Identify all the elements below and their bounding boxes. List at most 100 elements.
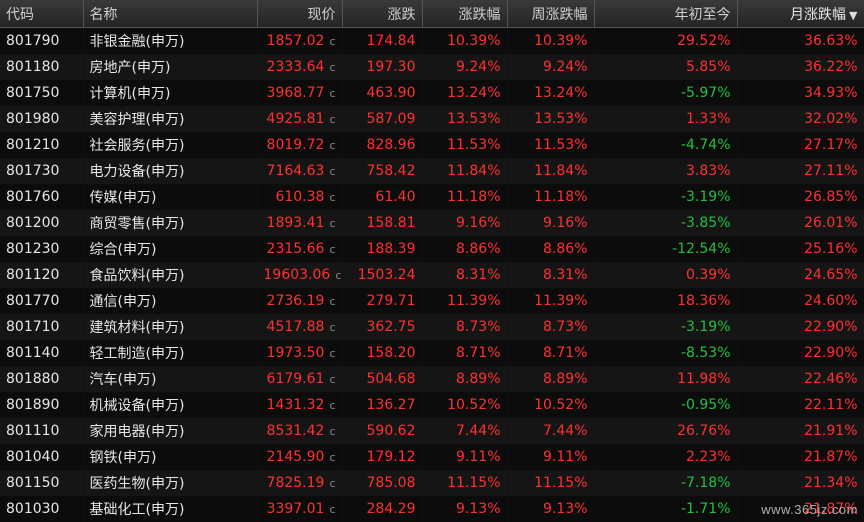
cell-week-pct: 9.16% — [507, 210, 594, 236]
column-header-code[interactable]: 代码 — [0, 0, 83, 28]
cell-name: 非银金融(申万) — [83, 28, 257, 55]
cell-ytd: -3.19% — [594, 184, 737, 210]
table-row[interactable]: 801730电力设备(申万)7164.63c758.4211.84%11.84%… — [0, 158, 864, 184]
cell-ytd: -3.19% — [594, 314, 737, 340]
cell-price: 8531.42c — [257, 418, 342, 444]
cell-pct: 9.24% — [422, 54, 507, 80]
cell-code: 801760 — [0, 184, 83, 210]
table-row[interactable]: 801150医药生物(申万)7825.19c785.0811.15%11.15%… — [0, 470, 864, 496]
cell-code: 801880 — [0, 366, 83, 392]
cell-ytd: 29.52% — [594, 28, 737, 55]
cell-code: 801980 — [0, 106, 83, 132]
cell-month-pct: 36.63% — [737, 28, 864, 55]
cell-code: 801120 — [0, 262, 83, 288]
cell-month-pct: 22.11% — [737, 392, 864, 418]
price-flag: c — [329, 191, 335, 204]
cell-name: 基础化工(申万) — [83, 496, 257, 522]
column-header-month-pct-label: 月涨跌幅 — [790, 7, 846, 23]
cell-ytd: 3.83% — [594, 158, 737, 184]
cell-code: 801750 — [0, 80, 83, 106]
table-row[interactable]: 801760传媒(申万)610.38c61.4011.18%11.18%-3.1… — [0, 184, 864, 210]
cell-week-pct: 11.15% — [507, 470, 594, 496]
cell-pct: 10.52% — [422, 392, 507, 418]
cell-name: 食品饮料(申万) — [83, 262, 257, 288]
cell-change: 587.09 — [342, 106, 422, 132]
cell-change: 188.39 — [342, 236, 422, 262]
cell-change: 136.27 — [342, 392, 422, 418]
table-row[interactable]: 801710建筑材料(申万)4517.88c362.758.73%8.73%-3… — [0, 314, 864, 340]
cell-price: 1857.02c — [257, 28, 342, 55]
table-row[interactable]: 801790非银金融(申万)1857.02c174.8410.39%10.39%… — [0, 28, 864, 55]
cell-code: 801730 — [0, 158, 83, 184]
column-header-name[interactable]: 名称 — [83, 0, 257, 28]
table-row[interactable]: 801030基础化工(申万)3397.01c284.299.13%9.13%-1… — [0, 496, 864, 522]
column-header-ytd[interactable]: 年初至今 — [594, 0, 737, 28]
cell-pct: 9.11% — [422, 444, 507, 470]
cell-pct: 11.15% — [422, 470, 507, 496]
cell-change: 1503.24 — [342, 262, 422, 288]
column-header-price[interactable]: 现价 — [257, 0, 342, 28]
cell-price: 1431.32c — [257, 392, 342, 418]
cell-ytd: -3.85% — [594, 210, 737, 236]
price-value: 3968.77 — [267, 85, 325, 101]
column-header-month-pct[interactable]: 月涨跌幅▼ — [737, 0, 864, 28]
cell-week-pct: 11.18% — [507, 184, 594, 210]
cell-code: 801770 — [0, 288, 83, 314]
table-row[interactable]: 801140轻工制造(申万)1973.50c158.208.71%8.71%-8… — [0, 340, 864, 366]
cell-name: 家用电器(申万) — [83, 418, 257, 444]
table-row[interactable]: 801120食品饮料(申万)19603.06c1503.248.31%8.31%… — [0, 262, 864, 288]
cell-price: 2333.64c — [257, 54, 342, 80]
cell-price: 3968.77c — [257, 80, 342, 106]
cell-ytd: -8.53% — [594, 340, 737, 366]
cell-price: 610.38c — [257, 184, 342, 210]
cell-code: 801200 — [0, 210, 83, 236]
table-row[interactable]: 801880汽车(申万)6179.61c504.688.89%8.89%11.9… — [0, 366, 864, 392]
cell-pct: 7.44% — [422, 418, 507, 444]
column-header-week-pct[interactable]: 周涨跌幅 — [507, 0, 594, 28]
cell-pct: 11.53% — [422, 132, 507, 158]
table-row[interactable]: 801200商贸零售(申万)1893.41c158.819.16%9.16%-3… — [0, 210, 864, 236]
table-row[interactable]: 801110家用电器(申万)8531.42c590.627.44%7.44%26… — [0, 418, 864, 444]
cell-week-pct: 9.13% — [507, 496, 594, 522]
cell-code: 801040 — [0, 444, 83, 470]
table-row[interactable]: 801180房地产(申万)2333.64c197.309.24%9.24%5.8… — [0, 54, 864, 80]
cell-change: 785.08 — [342, 470, 422, 496]
table-row[interactable]: 801770通信(申万)2736.19c279.7111.39%11.39%18… — [0, 288, 864, 314]
cell-change: 197.30 — [342, 54, 422, 80]
table-row[interactable]: 801750计算机(申万)3968.77c463.9013.24%13.24%-… — [0, 80, 864, 106]
cell-change: 463.90 — [342, 80, 422, 106]
cell-month-pct: 26.85% — [737, 184, 864, 210]
cell-name: 房地产(申万) — [83, 54, 257, 80]
cell-ytd: 0.39% — [594, 262, 737, 288]
column-header-change[interactable]: 涨跌 — [342, 0, 422, 28]
cell-change: 158.20 — [342, 340, 422, 366]
price-value: 1857.02 — [267, 33, 325, 49]
cell-code: 801890 — [0, 392, 83, 418]
price-value: 2736.19 — [267, 293, 325, 309]
cell-price: 1893.41c — [257, 210, 342, 236]
cell-ytd: -5.97% — [594, 80, 737, 106]
cell-name: 轻工制造(申万) — [83, 340, 257, 366]
cell-code: 801790 — [0, 28, 83, 55]
cell-change: 158.81 — [342, 210, 422, 236]
table-row[interactable]: 801980美容护理(申万)4925.81c587.0913.53%13.53%… — [0, 106, 864, 132]
table-row[interactable]: 801210社会服务(申万)8019.72c828.9611.53%11.53%… — [0, 132, 864, 158]
cell-pct: 11.39% — [422, 288, 507, 314]
cell-change: 362.75 — [342, 314, 422, 340]
cell-week-pct: 7.44% — [507, 418, 594, 444]
cell-name: 社会服务(申万) — [83, 132, 257, 158]
price-value: 1893.41 — [267, 215, 325, 231]
cell-week-pct: 11.39% — [507, 288, 594, 314]
table-row[interactable]: 801040钢铁(申万)2145.90c179.129.11%9.11%2.23… — [0, 444, 864, 470]
cell-change: 284.29 — [342, 496, 422, 522]
price-value: 3397.01 — [267, 501, 325, 517]
table-row[interactable]: 801890机械设备(申万)1431.32c136.2710.52%10.52%… — [0, 392, 864, 418]
cell-month-pct: 22.90% — [737, 340, 864, 366]
cell-code: 801030 — [0, 496, 83, 522]
cell-name: 通信(申万) — [83, 288, 257, 314]
cell-week-pct: 8.71% — [507, 340, 594, 366]
cell-price: 2145.90c — [257, 444, 342, 470]
table-row[interactable]: 801230综合(申万)2315.66c188.398.86%8.86%-12.… — [0, 236, 864, 262]
column-header-pct[interactable]: 涨跌幅 — [422, 0, 507, 28]
cell-change: 828.96 — [342, 132, 422, 158]
